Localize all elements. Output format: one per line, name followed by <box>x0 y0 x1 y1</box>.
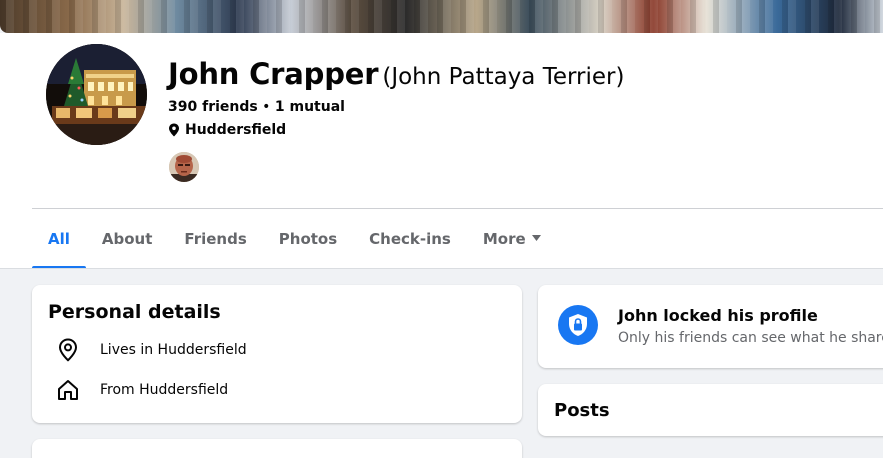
from-text: From Huddersfield <box>100 382 229 398</box>
friends-separator: • <box>257 99 275 115</box>
map-pin-icon <box>56 338 80 362</box>
personal-details-card: Personal details Lives in Huddersfield F… <box>32 285 522 423</box>
tab-friends[interactable]: Friends <box>168 209 262 269</box>
profile-location: Huddersfield <box>168 122 286 138</box>
profile-name-row: John Crapper (John Pattaya Terrier) <box>168 57 624 91</box>
from-row: From Huddersfield <box>56 378 228 402</box>
tab-label: About <box>101 230 153 248</box>
cover-photo[interactable] <box>0 0 883 33</box>
locked-profile-subtitle: Only his friends can see what he shares … <box>618 330 883 346</box>
tab-label: All <box>48 230 70 248</box>
caret-down-icon <box>531 234 541 244</box>
tab-label: Check-ins <box>369 230 451 248</box>
friends-summary: 390 friends • 1 mutual <box>168 99 345 115</box>
posts-card: Posts <box>538 384 883 436</box>
profile-tabs: All About Friends Photos Check-ins More <box>32 209 557 269</box>
tab-about[interactable]: About <box>86 209 169 269</box>
locked-profile-title: John locked his profile <box>618 306 818 325</box>
tab-more[interactable]: More <box>467 209 557 269</box>
next-card <box>32 439 522 458</box>
profile-alternate-name: (John Pattaya Terrier) <box>382 64 625 90</box>
tab-label: More <box>482 230 526 248</box>
home-icon <box>56 378 80 402</box>
tab-photos[interactable]: Photos <box>263 209 353 269</box>
mutual-friend-avatar[interactable] <box>169 152 199 182</box>
profile-avatar[interactable] <box>46 44 147 145</box>
tab-label: Photos <box>278 230 338 248</box>
map-pin-icon <box>168 123 180 137</box>
profile-name: John Crapper <box>168 57 379 91</box>
header-bottom-border <box>0 268 883 269</box>
tab-all[interactable]: All <box>32 209 86 269</box>
posts-title: Posts <box>554 400 610 421</box>
tab-label: Friends <box>184 230 247 248</box>
personal-details-title: Personal details <box>48 301 221 323</box>
shield-lock-icon <box>558 305 598 345</box>
mutual-friends-link[interactable]: 1 mutual <box>275 99 345 115</box>
locked-profile-card: John locked his profile Only his friends… <box>538 285 883 368</box>
lives-in-text: Lives in Huddersfield <box>100 342 247 358</box>
friends-count-link[interactable]: 390 friends <box>168 99 258 115</box>
profile-location-text[interactable]: Huddersfield <box>185 122 286 138</box>
lives-in-row: Lives in Huddersfield <box>56 338 247 362</box>
tab-check-ins[interactable]: Check-ins <box>353 209 467 269</box>
